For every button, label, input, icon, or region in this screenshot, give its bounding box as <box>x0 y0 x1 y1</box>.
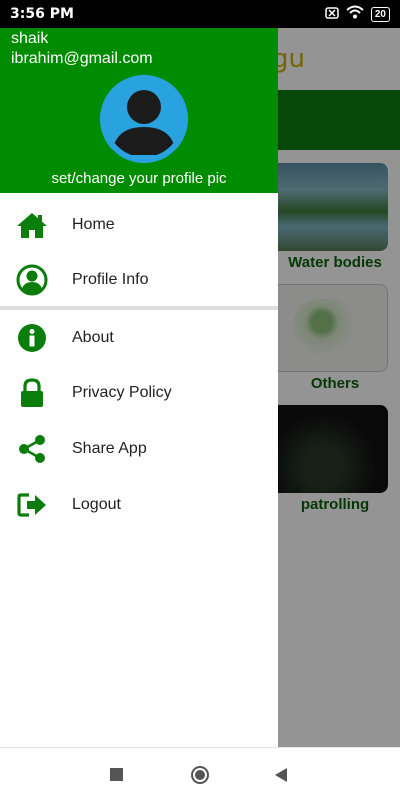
menu-item-home[interactable]: Home <box>0 200 278 250</box>
info-icon <box>16 322 48 354</box>
menu-item-logout[interactable]: Logout <box>0 480 278 530</box>
menu-label-share-app: Share App <box>72 440 147 457</box>
back-icon[interactable] <box>274 767 288 788</box>
person-icon <box>100 75 188 163</box>
drawer-header: shaik ibrahim@gmail.com set/change your … <box>0 28 278 193</box>
wifi-icon <box>346 5 364 24</box>
status-icons: 20 <box>325 5 390 24</box>
menu-item-about[interactable]: About <box>0 313 278 363</box>
menu-divider <box>0 306 278 310</box>
share-icon <box>16 433 48 465</box>
home-circle-icon[interactable] <box>190 765 210 790</box>
menu-label-profile-info: Profile Info <box>72 271 149 288</box>
user-email: ibrahim@gmail.com <box>11 50 153 67</box>
logout-icon <box>16 489 48 521</box>
menu-item-privacy-policy[interactable]: Privacy Policy <box>0 368 278 418</box>
status-time: 3:56 PM <box>10 6 74 22</box>
user-name: shaik <box>11 30 49 47</box>
menu-label-privacy-policy: Privacy Policy <box>72 384 172 401</box>
account-circle-icon <box>16 264 48 296</box>
home-icon <box>16 209 48 241</box>
recent-apps-icon[interactable] <box>110 768 123 786</box>
avatar[interactable] <box>100 75 188 163</box>
menu-label-home: Home <box>72 216 115 233</box>
menu-label-about: About <box>72 329 114 346</box>
status-bar: 3:56 PM 20 <box>0 0 400 28</box>
menu-item-profile-info[interactable]: Profile Info <box>0 255 278 305</box>
no-sim-icon <box>325 6 339 24</box>
lock-icon <box>16 377 48 409</box>
battery-indicator: 20 <box>370 7 390 22</box>
navigation-drawer: shaik ibrahim@gmail.com set/change your … <box>0 28 278 747</box>
system-nav-bar <box>0 747 400 800</box>
menu-label-logout: Logout <box>72 496 121 513</box>
profile-pic-hint[interactable]: set/change your profile pic <box>0 170 278 187</box>
menu-item-share-app[interactable]: Share App <box>0 424 278 474</box>
